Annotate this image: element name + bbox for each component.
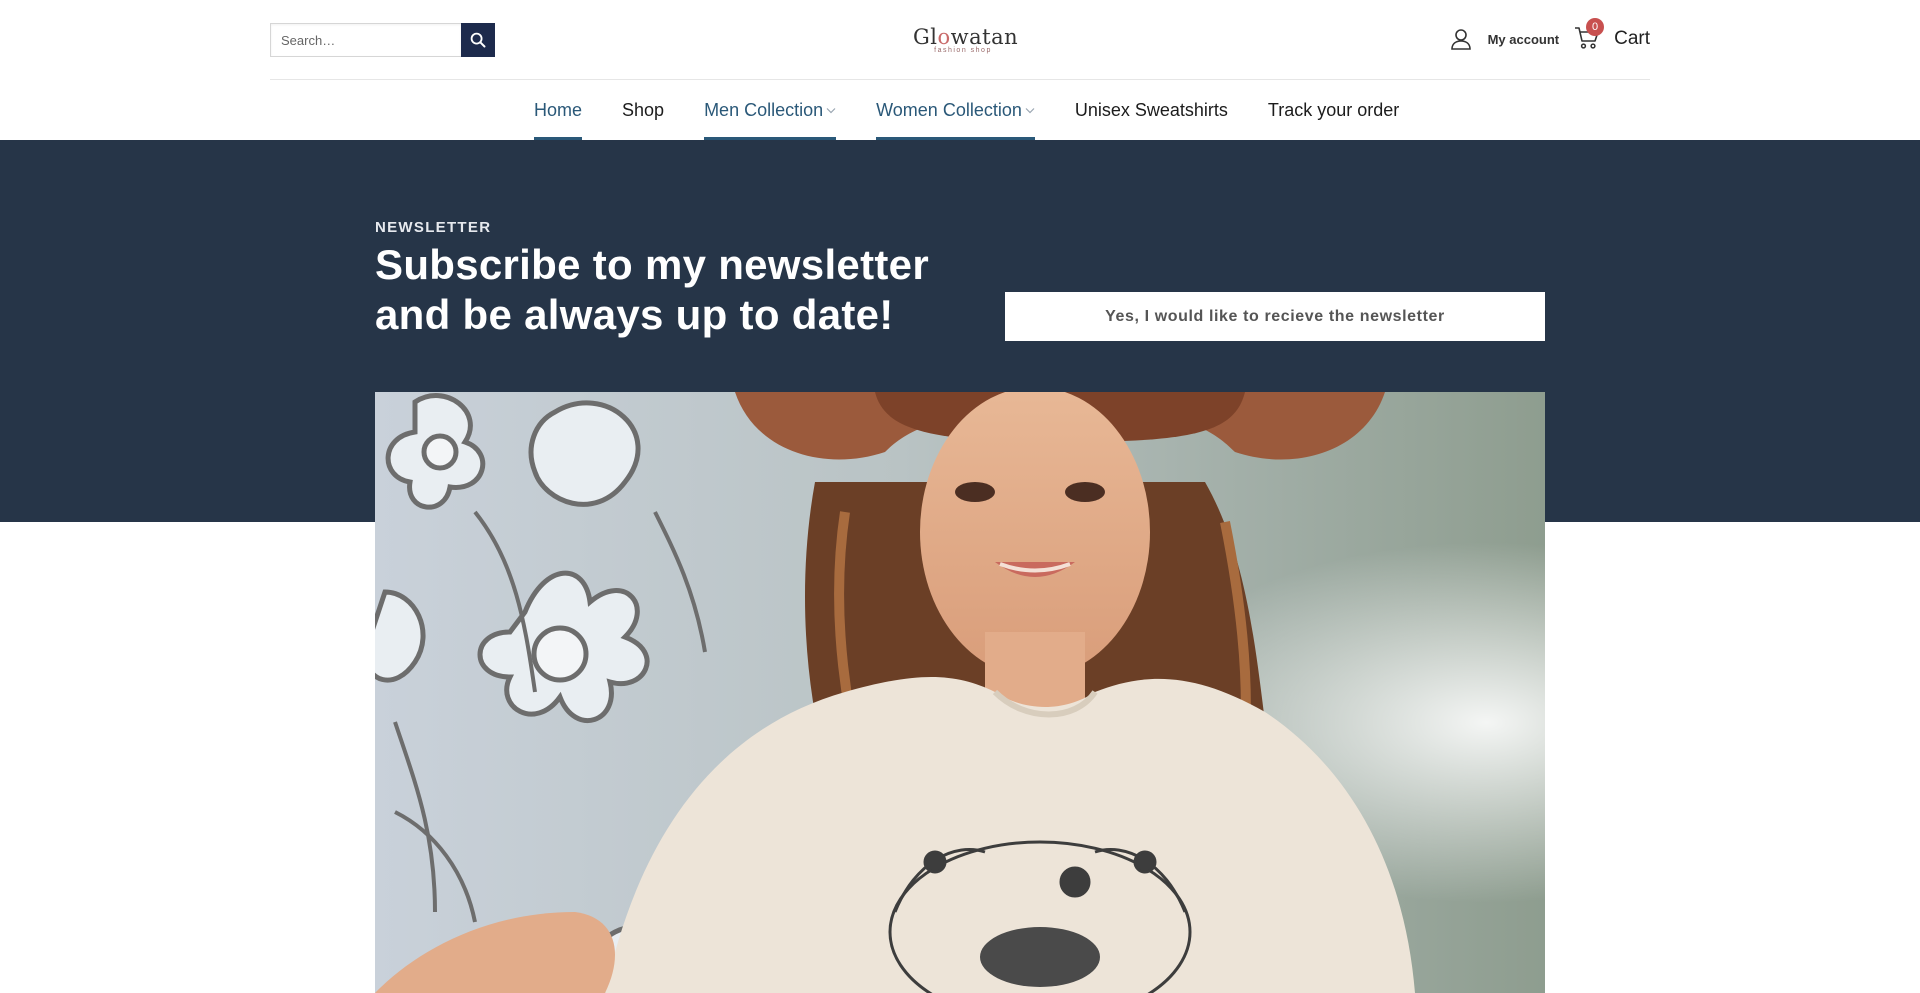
search-form: [270, 23, 495, 57]
nav-item-track-order[interactable]: Track your order: [1268, 81, 1399, 140]
newsletter-kicker: NEWSLETTER: [375, 219, 492, 236]
user-icon: [1450, 29, 1471, 50]
site-header: Glowatan fashion shop My account 0: [0, 0, 1920, 140]
nav-item-shop[interactable]: Shop: [622, 81, 664, 140]
search-icon: [470, 32, 486, 48]
nav-item-unisex-sweatshirts[interactable]: Unisex Sweatshirts: [1075, 81, 1228, 140]
my-account-label: My account: [1487, 31, 1560, 47]
nav-item-label: Shop: [622, 100, 665, 120]
hero-illustration: [375, 392, 1545, 993]
nav-item-home[interactable]: Home: [534, 81, 583, 140]
newsletter-title-line1: Subscribe to my newsletter: [375, 241, 929, 288]
newsletter-title-line2: and be always up to date!: [375, 291, 894, 338]
chevron-down-icon: [1025, 107, 1035, 114]
cart-label: Cart: [1614, 28, 1650, 49]
cart-icon-wrapper: 0: [1574, 18, 1605, 52]
nav-item-men-collection[interactable]: Men Collection: [704, 81, 837, 140]
cart-link[interactable]: 0 Cart: [1574, 18, 1650, 52]
newsletter-subscribe-button[interactable]: Yes, I would like to recieve the newslet…: [1005, 292, 1545, 341]
chevron-down-icon: [826, 107, 836, 114]
cart-count-badge: 0: [1586, 18, 1605, 36]
newsletter-title: Subscribe to my newsletter and be always…: [375, 240, 935, 340]
search-button[interactable]: [461, 23, 495, 57]
nav-item-women-collection[interactable]: Women Collection: [876, 81, 1035, 140]
header-actions: My account 0 Cart: [1450, 18, 1650, 54]
site-logo[interactable]: Glowatan fashion shop: [913, 25, 1019, 60]
nav-item-label: Men Collection: [704, 100, 824, 120]
header-top-bar: Glowatan fashion shop My account 0: [270, 0, 1650, 80]
hero-image: [375, 392, 1545, 993]
my-account-link[interactable]: My account: [1450, 28, 1560, 50]
logo-wordmark: Glowatan: [913, 25, 1019, 49]
nav-item-label: Unisex Sweatshirts: [1074, 100, 1228, 120]
nav-menu: Home Shop Men Collection Women Collectio…: [534, 81, 1439, 140]
nav-item-label: Women Collection: [876, 100, 1022, 120]
main-navigation: Home Shop Men Collection Women Collectio…: [0, 81, 1920, 140]
search-input[interactable]: [270, 23, 461, 57]
nav-item-label: Track your order: [1267, 100, 1400, 120]
nav-item-label: Home: [534, 100, 583, 120]
